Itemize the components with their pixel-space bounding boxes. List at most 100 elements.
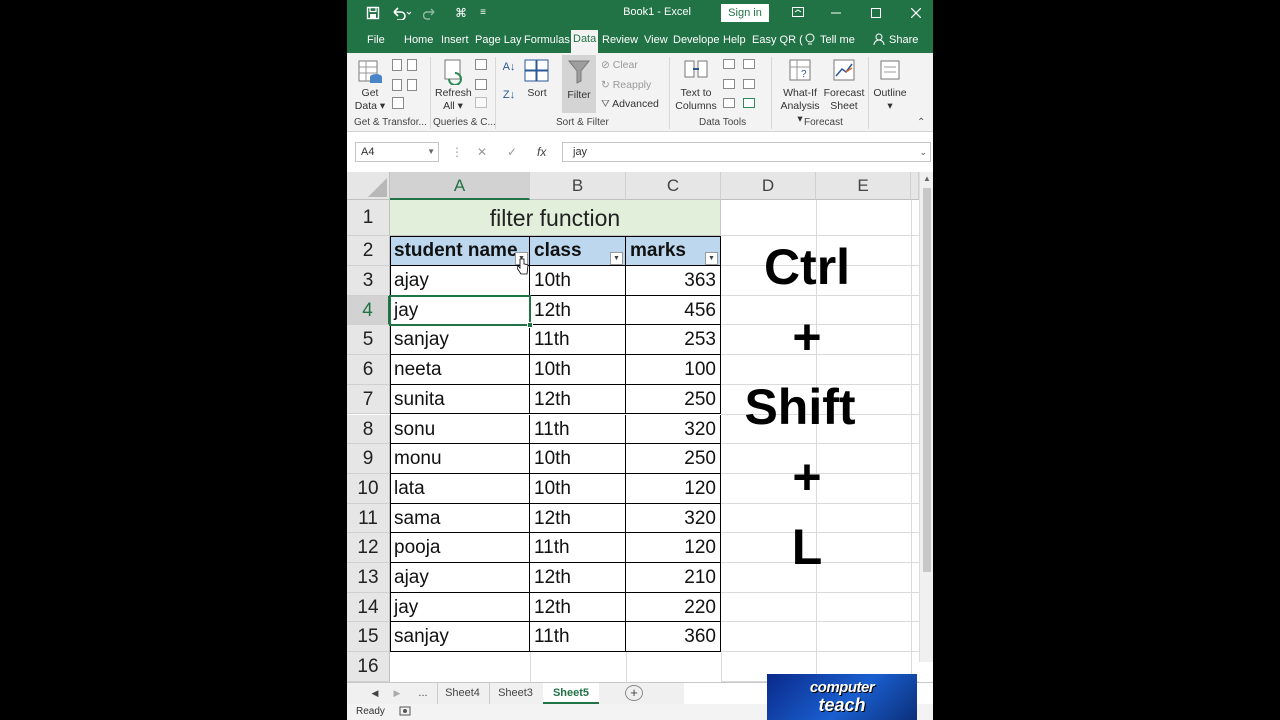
cell-class[interactable]: 11th [530, 325, 626, 356]
cell-marks[interactable]: 253 [626, 325, 721, 356]
row-header-7[interactable]: 7 [347, 384, 390, 415]
what-if-analysis-button[interactable]: ? What-If Analysis ▾ [777, 57, 823, 126]
cell-marks[interactable]: 320 [626, 503, 721, 534]
name-box[interactable]: A4 ▼ [355, 142, 439, 162]
cell-student-name[interactable]: jay [390, 592, 530, 623]
existing-connections-icon[interactable] [392, 97, 404, 109]
sort-button[interactable]: Sort [524, 57, 550, 100]
refresh-all-button[interactable]: Refresh All ▾ [435, 57, 472, 113]
tab-help[interactable]: Help [723, 31, 746, 53]
reapply-button[interactable]: ↻ Reapply [601, 79, 651, 91]
cell-class[interactable]: 10th [530, 355, 626, 385]
clear-filter-button[interactable]: ⊘ Clear [601, 59, 638, 71]
advanced-filter-button[interactable]: ⛛ Advanced [601, 98, 659, 111]
cell-class[interactable]: 12th [530, 384, 626, 415]
title-cell[interactable]: filter function [390, 200, 721, 236]
macro-record-icon[interactable] [399, 705, 411, 720]
tab-page-layout[interactable]: Page Lay [475, 31, 521, 53]
row-header-15[interactable]: 15 [347, 622, 390, 653]
filter-button[interactable]: Filter [562, 55, 596, 113]
from-table-icon[interactable] [392, 79, 402, 91]
row-header-9[interactable]: 9 [347, 444, 390, 474]
cancel-icon[interactable]: ✕ [477, 145, 487, 159]
cell-class[interactable]: 11th [530, 622, 626, 653]
tab-insert[interactable]: Insert [441, 31, 469, 53]
cell-class[interactable]: 11th [530, 533, 626, 563]
column-header-a[interactable]: A [390, 172, 530, 200]
cell-student-name[interactable]: sanjay [390, 622, 530, 653]
cell-student-name[interactable]: sonu [390, 414, 530, 445]
row-header-4[interactable]: 4 [347, 295, 390, 326]
fill-handle[interactable] [527, 322, 533, 328]
tab-developer[interactable]: Develope [673, 31, 719, 53]
cell-class[interactable]: 12th [530, 563, 626, 593]
cell-marks[interactable]: 120 [626, 473, 721, 504]
column-header-d[interactable]: D [721, 172, 816, 200]
row-header-2[interactable]: 2 [347, 236, 390, 266]
cell-student-name[interactable]: pooja [390, 533, 530, 563]
cell-marks[interactable]: 250 [626, 444, 721, 474]
consolidate-icon[interactable] [743, 59, 755, 69]
relationships-icon[interactable] [743, 79, 755, 89]
column-header-b[interactable]: B [530, 172, 626, 200]
row-header-3[interactable]: 3 [347, 266, 390, 296]
add-sheet-button[interactable]: + [625, 685, 643, 701]
sign-in-button[interactable]: Sign in [721, 4, 769, 22]
collapse-ribbon-icon[interactable]: ⌃ [917, 117, 925, 128]
share-button[interactable]: Share [889, 31, 918, 53]
sheet-tab-sheet4[interactable]: Sheet4 [437, 683, 487, 704]
header-cell-student-name[interactable]: student name [390, 236, 530, 266]
tab-easy-qr[interactable]: Easy QR ( [752, 31, 803, 53]
tab-file[interactable]: File [367, 31, 385, 53]
forecast-sheet-button[interactable]: Forecast Sheet [823, 57, 865, 113]
cell-marks[interactable]: 363 [626, 266, 721, 296]
row-header-13[interactable]: 13 [347, 563, 390, 593]
row-header-8[interactable]: 8 [347, 414, 390, 445]
row-header-10[interactable]: 10 [347, 473, 390, 504]
cell-student-name[interactable]: neeta [390, 355, 530, 385]
remove-duplicates-icon[interactable] [723, 79, 735, 89]
cell-student-name[interactable]: lata [390, 473, 530, 504]
column-header-c[interactable]: C [626, 172, 721, 200]
scroll-left-icon[interactable]: ◀ [369, 683, 381, 704]
scroll-thumb[interactable] [923, 188, 931, 572]
cell-class[interactable]: 10th [530, 473, 626, 504]
get-data-button[interactable]: Get Data ▾ [353, 57, 387, 113]
column-header-e[interactable]: E [816, 172, 911, 200]
filter-dropdown-marks[interactable]: ▼ [705, 252, 718, 265]
tab-data[interactable]: Data [571, 30, 599, 53]
cell-class[interactable]: 12th [530, 295, 626, 326]
properties-icon[interactable] [475, 79, 487, 90]
minimize-icon[interactable] [821, 3, 851, 23]
cell-marks[interactable]: 250 [626, 384, 721, 415]
cell-student-name[interactable]: sanjay [390, 325, 530, 356]
queries-connections-icon[interactable] [475, 59, 487, 70]
from-web-icon[interactable] [407, 59, 417, 71]
from-text-icon[interactable] [392, 59, 402, 71]
sort-z-a-icon[interactable]: Z↓ [501, 89, 517, 102]
row-header-5[interactable]: 5 [347, 325, 390, 356]
sheet-tab-sheet3[interactable]: Sheet3 [489, 683, 541, 704]
cell-marks[interactable]: 210 [626, 563, 721, 593]
cell-class[interactable]: 11th [530, 414, 626, 445]
cell-marks[interactable]: 220 [626, 592, 721, 623]
data-validation-icon[interactable] [723, 98, 735, 108]
customize-toolbar-icon[interactable]: ≡ [473, 4, 493, 22]
ribbon-display-icon[interactable] [783, 3, 813, 23]
cell-student-name[interactable]: jay [390, 295, 530, 326]
scroll-right-icon[interactable]: ▶ [391, 683, 403, 704]
tell-me-search[interactable]: Tell me [820, 31, 855, 53]
custom-command-icon[interactable]: ⌘ [451, 4, 471, 22]
save-icon[interactable] [363, 4, 383, 22]
row-header-14[interactable]: 14 [347, 592, 390, 623]
flash-fill-icon[interactable] [723, 59, 735, 69]
select-all-corner[interactable] [347, 172, 390, 200]
close-icon[interactable] [901, 3, 931, 23]
cell-class[interactable]: 12th [530, 503, 626, 534]
edit-links-icon[interactable] [475, 97, 487, 108]
filter-dropdown-class[interactable]: ▼ [610, 252, 623, 265]
cell-marks[interactable]: 456 [626, 295, 721, 326]
sort-a-z-icon[interactable]: A↓ [501, 61, 517, 74]
row-header-1[interactable]: 1 [347, 200, 390, 236]
cell-student-name[interactable]: monu [390, 444, 530, 474]
